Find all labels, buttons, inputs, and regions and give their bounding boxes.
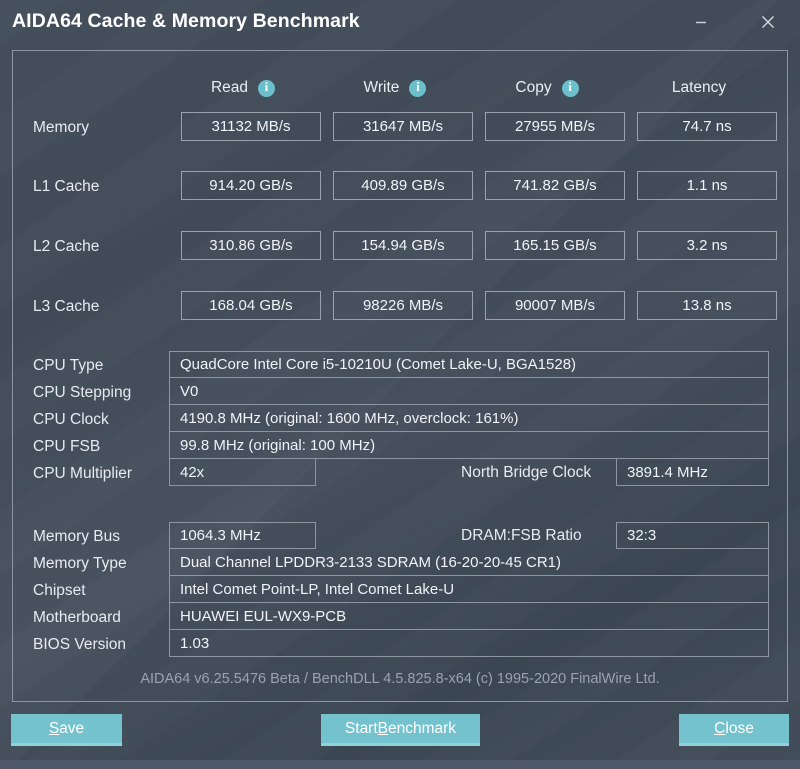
- l1-latency-value: 1.1 ns: [637, 171, 777, 200]
- value-cpu-stepping: V0: [169, 378, 769, 405]
- bottom-strip: [0, 760, 800, 769]
- write-info-icon[interactable]: i: [409, 79, 427, 97]
- value-cpu-multiplier: 42x: [169, 459, 316, 486]
- close-window-button[interactable]: [748, 4, 788, 40]
- close-icon: [762, 16, 774, 28]
- value-motherboard: HUAWEI EUL-WX9-PCB: [169, 603, 769, 630]
- column-header-read-label: Read: [210, 79, 249, 96]
- column-header-copy: Copy i: [473, 76, 621, 100]
- value-chipset: Intel Comet Point-LP, Intel Comet Lake-U: [169, 576, 769, 603]
- copy-info-icon[interactable]: i: [561, 79, 579, 97]
- value-north-bridge-clock: 3891.4 MHz: [616, 459, 769, 486]
- column-header-read: Read i: [169, 76, 317, 100]
- start-benchmark-post: enchmark: [388, 719, 457, 737]
- value-cpu-type: QuadCore Intel Core i5-10210U (Comet Lak…: [169, 351, 769, 378]
- label-cpu-stepping: CPU Stepping: [33, 384, 132, 401]
- l3-write-value: 98226 MB/s: [333, 291, 473, 320]
- l1-read-value: 914.20 GB/s: [181, 171, 321, 200]
- window-title: AIDA64 Cache & Memory Benchmark: [12, 10, 360, 32]
- start-benchmark-pre: Start: [344, 719, 378, 737]
- minimize-button[interactable]: [681, 4, 721, 40]
- label-memory-bus: Memory Bus: [33, 528, 120, 545]
- label-motherboard: Motherboard: [33, 609, 121, 626]
- column-header-write-label: Write: [363, 79, 400, 96]
- label-chipset: Chipset: [33, 582, 86, 599]
- close-button-accel: C: [714, 719, 726, 737]
- column-header-write: Write i: [321, 76, 469, 100]
- start-benchmark-accel: B: [377, 719, 388, 737]
- label-north-bridge-clock: North Bridge Clock: [461, 463, 592, 481]
- l2-read-value: 310.86 GB/s: [181, 231, 321, 260]
- memory-read-value: 31132 MB/s: [181, 112, 321, 141]
- value-memory-type: Dual Channel LPDDR3-2133 SDRAM (16-20-20…: [169, 549, 769, 576]
- l2-latency-value: 3.2 ns: [637, 231, 777, 260]
- label-cpu-type: CPU Type: [33, 357, 104, 374]
- memory-copy-value: 27955 MB/s: [485, 112, 625, 141]
- label-cpu-fsb: CPU FSB: [33, 438, 101, 455]
- l3-read-value: 168.04 GB/s: [181, 291, 321, 320]
- save-button-post: ave: [59, 719, 85, 737]
- l1-copy-value: 741.82 GB/s: [485, 171, 625, 200]
- l1-write-value: 409.89 GB/s: [333, 171, 473, 200]
- row-label-l3-cache: L3 Cache: [33, 298, 100, 315]
- close-button[interactable]: Close: [679, 714, 789, 746]
- label-memory-type: Memory Type: [33, 555, 127, 572]
- value-dram-fsb-ratio: 32:3: [616, 522, 769, 549]
- column-header-copy-label: Copy: [515, 79, 552, 96]
- title-bar: AIDA64 Cache & Memory Benchmark: [0, 0, 800, 48]
- l2-write-value: 154.94 GB/s: [333, 231, 473, 260]
- value-bios-version: 1.03: [169, 630, 769, 657]
- column-header-latency-label: Latency: [671, 79, 727, 96]
- label-cpu-multiplier: CPU Multiplier: [33, 465, 133, 482]
- row-label-l1-cache: L1 Cache: [33, 178, 100, 195]
- minimize-icon: [696, 21, 706, 24]
- row-label-l2-cache: L2 Cache: [33, 238, 100, 255]
- close-button-post: lose: [725, 719, 754, 737]
- read-info-icon[interactable]: i: [258, 79, 276, 97]
- value-memory-bus: 1064.3 MHz: [169, 522, 316, 549]
- save-button[interactable]: Save: [11, 714, 122, 746]
- label-dram-fsb-ratio: DRAM:FSB Ratio: [461, 526, 582, 544]
- l2-copy-value: 165.15 GB/s: [485, 231, 625, 260]
- version-credit-text: AIDA64 v6.25.5476 Beta / BenchDLL 4.5.82…: [140, 671, 660, 687]
- save-button-accel: S: [48, 719, 60, 737]
- aida64-benchmark-window: AIDA64 Cache & Memory Benchmark Read i W…: [0, 0, 800, 769]
- value-cpu-fsb: 99.8 MHz (original: 100 MHz): [169, 432, 769, 459]
- start-benchmark-button[interactable]: Start Benchmark: [321, 714, 480, 746]
- row-label-memory: Memory: [33, 119, 89, 136]
- label-bios-version: BIOS Version: [33, 636, 127, 653]
- l3-latency-value: 13.8 ns: [637, 291, 777, 320]
- l3-copy-value: 90007 MB/s: [485, 291, 625, 320]
- button-bar: Save Start Benchmark Close: [0, 714, 800, 752]
- column-header-latency: Latency: [625, 76, 773, 100]
- main-panel: Read i Write i Copy i Latency Memory 311…: [12, 50, 788, 702]
- memory-write-value: 31647 MB/s: [333, 112, 473, 141]
- memory-latency-value: 74.7 ns: [637, 112, 777, 141]
- label-cpu-clock: CPU Clock: [33, 411, 109, 428]
- value-cpu-clock: 4190.8 MHz (original: 1600 MHz, overcloc…: [169, 405, 769, 432]
